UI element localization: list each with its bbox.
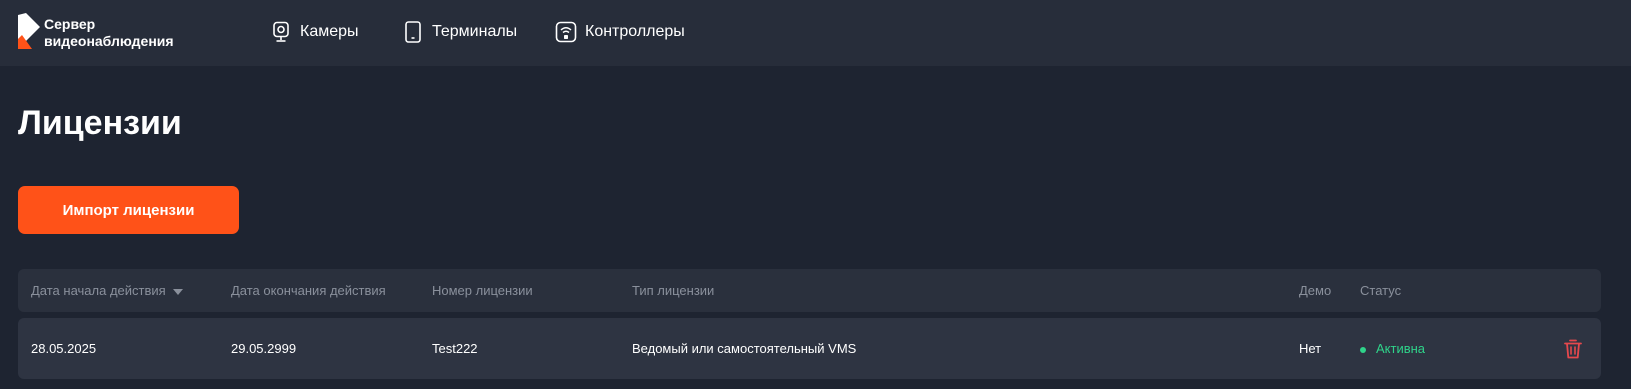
status-dot-icon	[1360, 346, 1366, 353]
logo-line-1: Сервер	[44, 16, 96, 32]
import-license-button[interactable]: Импорт лицензии	[18, 186, 239, 234]
sort-down-icon[interactable]	[172, 288, 184, 296]
table-row[interactable]: 28.05.2025 29.05.2999 Test222 Ведомый ил…	[18, 318, 1601, 379]
cell-license-number: Test222	[432, 341, 478, 356]
column-header-end-date[interactable]: Дата окончания действия	[231, 269, 386, 312]
nav-label: Камеры	[300, 23, 359, 40]
cell-license-type: Ведомый или самостоятельный VMS	[632, 341, 857, 356]
trash-icon	[1564, 339, 1582, 359]
cell-end-date: 29.05.2999	[231, 341, 297, 356]
table-header: Дата начала действия Дата окончания дейс…	[18, 269, 1601, 312]
top-navigation-bar: Сервер видеонаблюдения Камеры Терминалы …	[0, 0, 1631, 66]
wifi-controller-icon	[555, 21, 577, 43]
status-badge: Активна	[1360, 318, 1425, 379]
delete-license-button[interactable]	[1561, 337, 1585, 361]
camera-icon	[273, 21, 289, 42]
column-header-label: Дата начала действия	[31, 283, 166, 298]
logo-line-2: видеонаблюдения	[44, 33, 174, 49]
column-header-demo[interactable]: Демо	[1299, 269, 1331, 312]
nav-item-controllers[interactable]: Контроллеры	[555, 20, 685, 44]
column-header-start-date[interactable]: Дата начала действия	[31, 269, 184, 312]
status-label: Активна	[1376, 341, 1426, 356]
nav-item-cameras[interactable]: Камеры	[270, 20, 359, 44]
page-title: Лицензии	[18, 104, 182, 142]
tablet-icon	[405, 21, 421, 43]
column-header-license-number[interactable]: Номер лицензии	[432, 269, 533, 312]
column-header-license-type[interactable]: Тип лицензии	[632, 269, 714, 312]
logo-text[interactable]: Сервер видеонаблюдения	[44, 16, 204, 50]
nav-item-terminals[interactable]: Терминалы	[402, 20, 517, 44]
cell-demo: Нет	[1299, 341, 1322, 356]
cell-start-date: 28.05.2025	[31, 341, 97, 356]
column-header-status[interactable]: Статус	[1360, 269, 1401, 312]
nav-label: Терминалы	[432, 23, 518, 40]
logo-icon[interactable]	[18, 13, 40, 49]
nav-label: Контроллеры	[585, 23, 685, 40]
